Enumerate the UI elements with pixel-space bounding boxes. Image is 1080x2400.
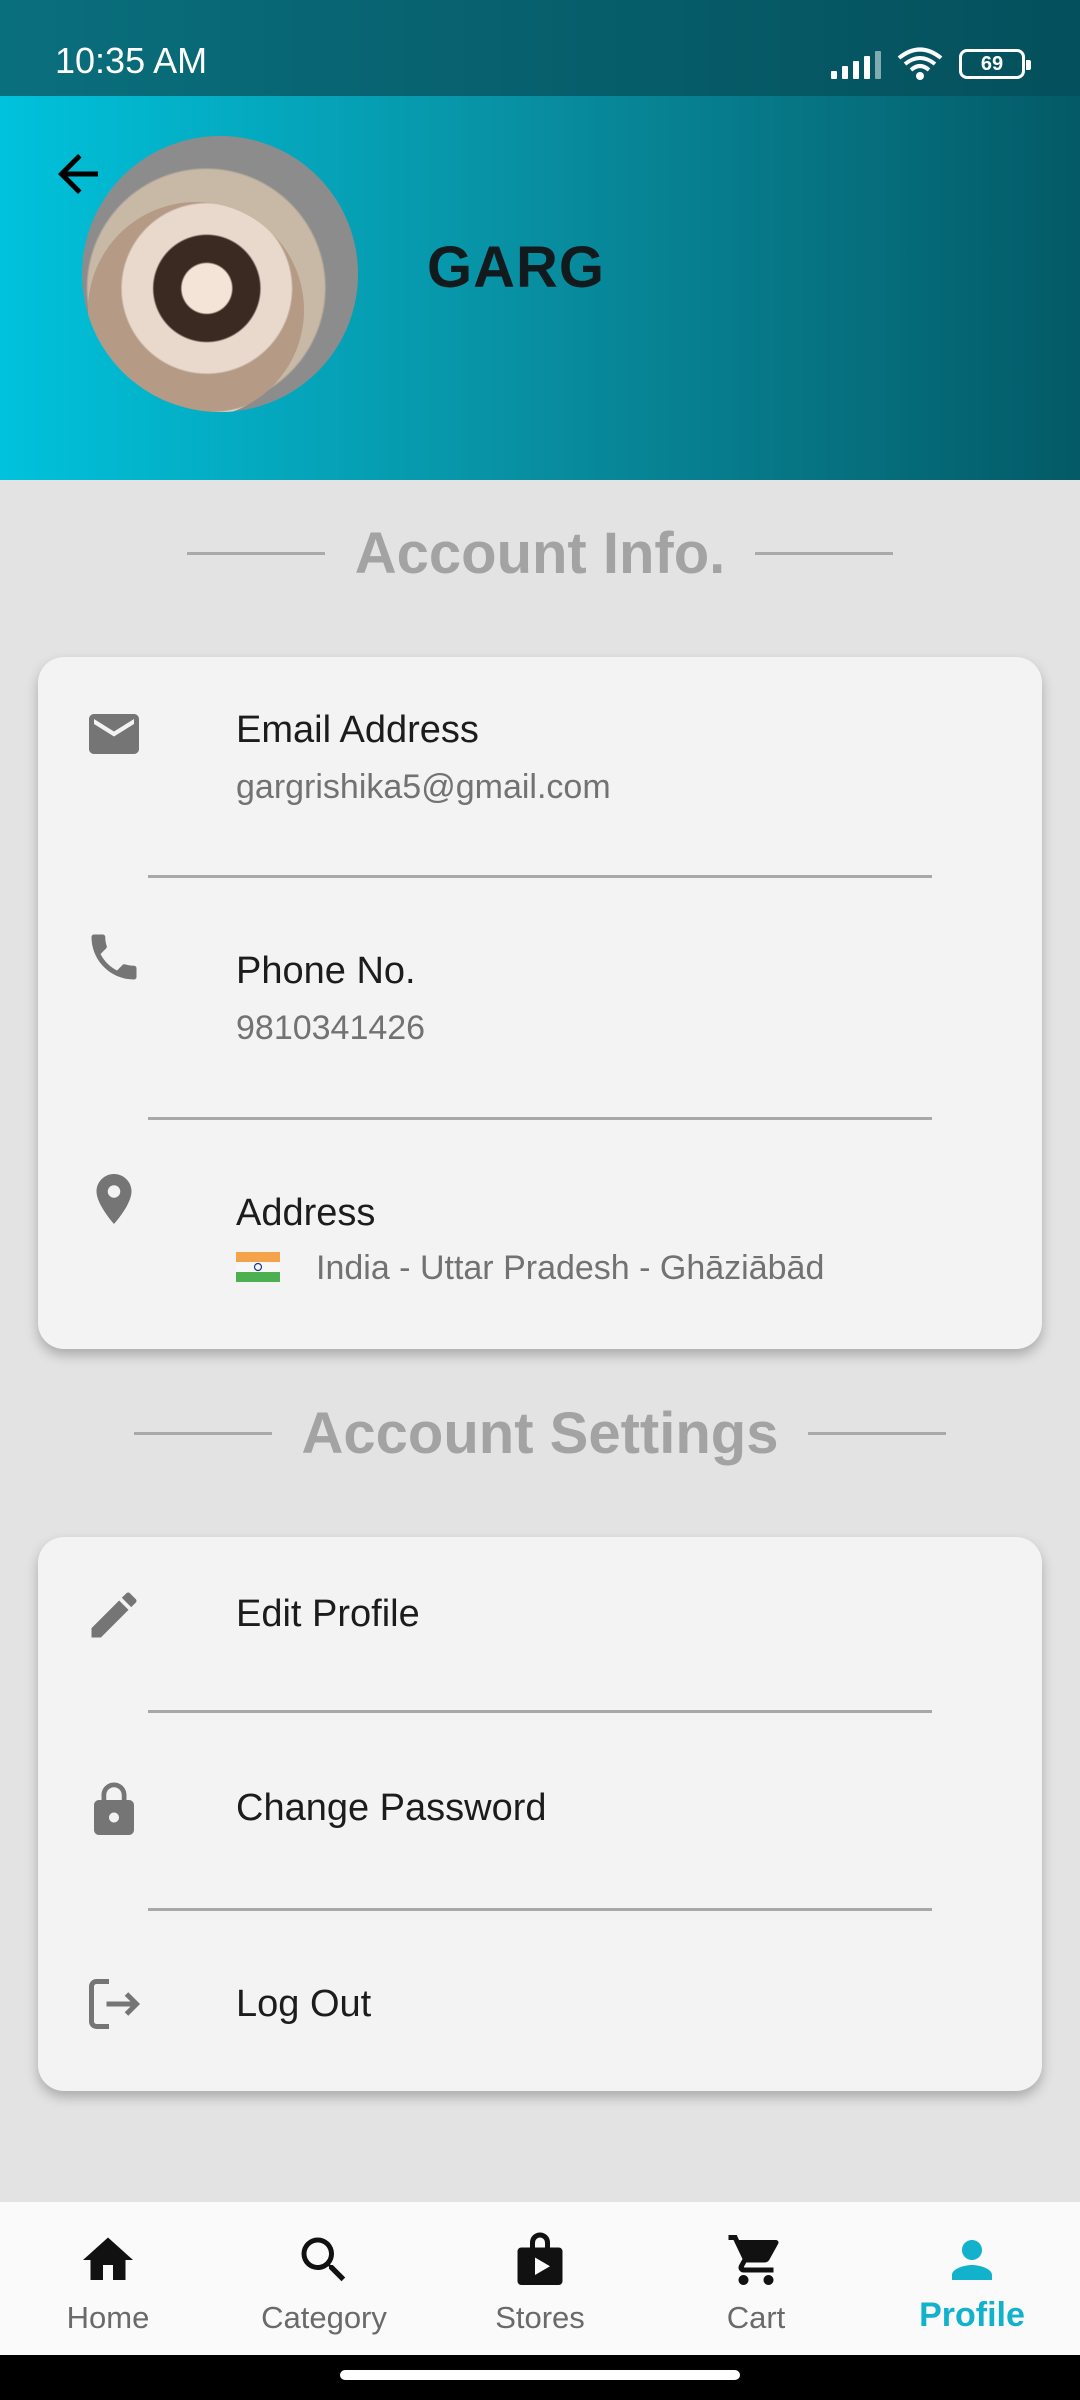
address-value: India - Uttar Pradesh - Ghāziābād [316, 1249, 825, 1287]
edit-profile-button[interactable]: Edit Profile [38, 1537, 1042, 1710]
nav-cart[interactable]: Cart [648, 2202, 864, 2355]
phone-icon [84, 927, 144, 987]
nav-home[interactable]: Home [0, 2202, 216, 2355]
log-out-label: Log Out [236, 1983, 372, 2025]
account-settings-card: Edit Profile Change Password Log Out [38, 1537, 1042, 2091]
email-label: Email Address [236, 709, 479, 751]
nav-home-label: Home [66, 2300, 150, 2335]
edit-profile-label: Edit Profile [236, 1593, 420, 1635]
address-value-wrap: India - Uttar Pradesh - Ghāziābād [236, 1249, 824, 1288]
heading-divider [755, 552, 894, 555]
status-icons: 69 [831, 44, 1031, 84]
address-row: Address India - Uttar Pradesh - Ghāziābā… [38, 1119, 1042, 1349]
profile-header: GARG [0, 96, 1080, 480]
battery-icon: 69 [959, 49, 1031, 79]
lock-icon [84, 1780, 144, 1840]
change-password-label: Change Password [236, 1787, 547, 1829]
email-row: Email Address gargrishika5@gmail.com [38, 657, 1042, 877]
system-gesture-area [0, 2355, 1080, 2400]
heading-divider [808, 1432, 947, 1435]
nav-stores[interactable]: Stores [432, 2202, 648, 2355]
nav-cart-label: Cart [726, 2300, 786, 2335]
bottom-nav: Home Category Stores Cart Profile [0, 2202, 1080, 2355]
search-icon [294, 2230, 354, 2290]
cart-icon [726, 2230, 786, 2290]
account-settings-title: Account Settings [301, 1401, 779, 1466]
phone-row: Phone No. 9810341426 [38, 877, 1042, 1117]
status-bar: 10:35 AM 69 [0, 0, 1080, 96]
phone-label: Phone No. [236, 950, 416, 992]
phone-value: 9810341426 [236, 1009, 426, 1047]
avatar[interactable] [82, 136, 358, 412]
log-out-button[interactable]: Log Out [38, 1910, 1042, 2091]
logout-icon [84, 1974, 144, 2034]
account-info-title: Account Info. [354, 521, 726, 586]
account-info-card: Email Address gargrishika5@gmail.com Pho… [38, 657, 1042, 1349]
user-name: GARG [427, 235, 605, 300]
wifi-icon [897, 47, 943, 80]
nav-category-label: Category [261, 2300, 387, 2335]
account-info-heading: Account Info. [0, 520, 1080, 587]
heading-divider [133, 1432, 272, 1435]
signal-icon [831, 49, 881, 79]
status-time: 10:35 AM [55, 40, 208, 81]
address-label: Address [236, 1192, 376, 1234]
back-arrow-icon [58, 154, 98, 194]
person-icon [942, 2230, 1002, 2290]
account-settings-heading: Account Settings [0, 1400, 1080, 1467]
back-button[interactable] [48, 144, 108, 204]
avatar-photo [88, 202, 304, 412]
india-flag-icon [236, 1252, 280, 1283]
nav-profile[interactable]: Profile [864, 2202, 1080, 2355]
nav-stores-label: Stores [495, 2300, 585, 2335]
email-icon [84, 704, 144, 764]
home-icon [78, 2230, 138, 2290]
pencil-icon [84, 1585, 144, 1645]
store-bag-icon [510, 2230, 570, 2290]
nav-category[interactable]: Category [216, 2202, 432, 2355]
location-pin-icon [84, 1169, 144, 1229]
email-value: gargrishika5@gmail.com [236, 768, 611, 806]
change-password-button[interactable]: Change Password [38, 1712, 1042, 1908]
home-gesture-bar[interactable] [340, 2370, 740, 2380]
heading-divider [186, 552, 325, 555]
nav-profile-label: Profile [919, 2296, 1025, 2334]
battery-level: 69 [980, 52, 1004, 75]
